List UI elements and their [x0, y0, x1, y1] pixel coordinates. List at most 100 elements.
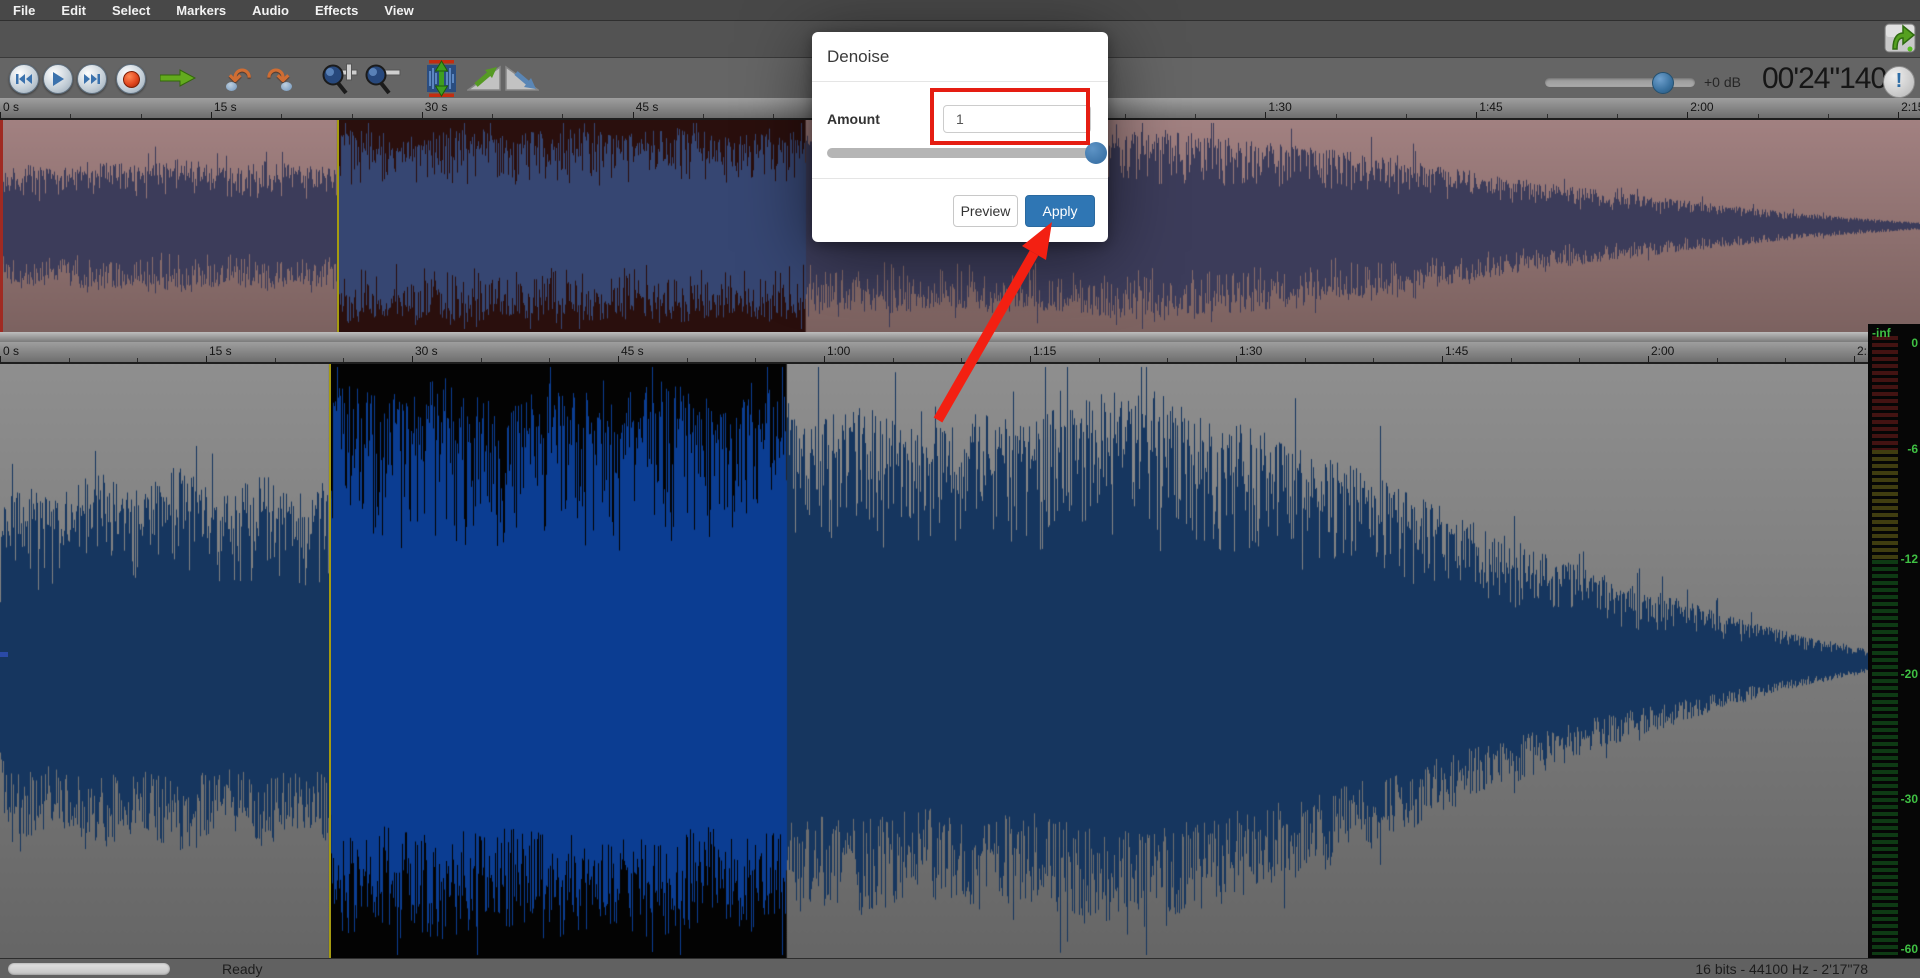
ruler-tick-major: [633, 112, 634, 118]
ruler-tick-minor: [275, 358, 276, 362]
record-button[interactable]: [116, 64, 146, 94]
rewind-button[interactable]: [9, 64, 39, 94]
volume-slider-thumb[interactable]: [1652, 72, 1674, 94]
alert-button[interactable]: !: [1883, 66, 1915, 98]
ruler-tick-minor: [755, 358, 756, 362]
zoom-in-button[interactable]: [320, 63, 360, 95]
ruler-label: 1:45: [1479, 100, 1502, 114]
menu-item-view[interactable]: View: [371, 3, 426, 18]
meter-label: -inf: [1872, 326, 1891, 340]
zoom-out-icon: [363, 63, 403, 95]
zoom-out-button[interactable]: [363, 63, 403, 95]
menu-item-select[interactable]: Select: [99, 3, 163, 18]
fade-out-button[interactable]: [505, 64, 539, 92]
ruler-tick-major: [1687, 112, 1688, 118]
ruler-tick-minor: [1125, 114, 1126, 118]
time-display: 00'24"140: [1762, 62, 1874, 96]
ruler-tick-major: [211, 112, 212, 118]
ruler-label: 2:00: [1690, 100, 1713, 114]
menu-item-audio[interactable]: Audio: [239, 3, 302, 18]
fade-in-icon: [467, 64, 501, 92]
seek-arrow-button[interactable]: [160, 69, 196, 87]
horizontal-scrollbar[interactable]: [8, 963, 170, 975]
ruler-tick-major: [1854, 356, 1855, 362]
meter-label: 0: [1911, 336, 1918, 350]
ruler-tick-major: [1030, 356, 1031, 362]
ruler-label: 1:30: [1239, 344, 1262, 358]
amount-slider-thumb[interactable]: [1085, 142, 1107, 164]
meter-label: -30: [1901, 792, 1918, 806]
ruler-tick-minor: [343, 358, 344, 362]
volume-slider[interactable]: [1545, 78, 1695, 87]
fast-forward-button[interactable]: [77, 64, 107, 94]
ruler-label: 1:45: [1445, 344, 1468, 358]
ruler-tick-minor: [481, 358, 482, 362]
ruler-tick-minor: [893, 358, 894, 362]
play-button[interactable]: [43, 64, 73, 94]
menu-bar: FileEditSelectMarkersAudioEffectsView: [0, 0, 1920, 21]
ruler-tick-major: [422, 112, 423, 118]
ruler-label: 2:00: [1651, 344, 1674, 358]
amount-slider[interactable]: [827, 148, 1105, 158]
ruler-tick-minor: [1305, 358, 1306, 362]
menu-item-file[interactable]: File: [0, 3, 48, 18]
ruler-tick-major: [1236, 356, 1237, 362]
ruler-tick-minor: [352, 114, 353, 118]
redo-button[interactable]: ↷: [261, 64, 295, 92]
ruler-label: 0 s: [3, 100, 19, 114]
record-icon: [123, 71, 140, 88]
play-icon: [52, 72, 64, 86]
main-timeline-ruler[interactable]: 0 s15 s30 s45 s1:001:151:301:452:002:15: [0, 342, 1868, 364]
ruler-label: 45 s: [636, 100, 659, 114]
main-waveform[interactable]: [0, 364, 1868, 958]
ruler-tick-major: [1648, 356, 1649, 362]
meter-label: -12: [1901, 552, 1918, 566]
overview-start-marker: [0, 120, 3, 332]
apply-button[interactable]: Apply: [1025, 195, 1095, 227]
ruler-tick-major: [1898, 112, 1899, 118]
menu-item-edit[interactable]: Edit: [48, 3, 99, 18]
preview-button[interactable]: Preview: [953, 195, 1018, 227]
status-format-text: 16 bits - 44100 Hz - 2'17"78: [1695, 961, 1868, 977]
ruler-tick-minor: [1373, 358, 1374, 362]
fade-out-icon: [505, 64, 539, 92]
cursor-anchor-marker: [0, 652, 8, 657]
ruler-tick-major: [618, 356, 619, 362]
ruler-label: 1:00: [827, 344, 850, 358]
ruler-tick-minor: [1195, 114, 1196, 118]
annotation-highlight-box: [930, 88, 1090, 145]
ruler-tick-minor: [1547, 114, 1548, 118]
zoom-in-icon: [320, 63, 360, 95]
ruler-tick-minor: [1617, 114, 1618, 118]
fit-vertical-icon: [425, 60, 458, 97]
rewind-icon: [16, 73, 32, 85]
ruler-label: 1:30: [1268, 100, 1291, 114]
arrow-right-icon: [160, 69, 196, 87]
ruler-tick-minor: [1167, 358, 1168, 362]
ruler-tick-minor: [492, 114, 493, 118]
ruler-tick-minor: [1579, 358, 1580, 362]
audio-editor-window: FileEditSelectMarkersAudioEffectsView: [0, 0, 1920, 978]
ruler-tick-major: [1265, 112, 1266, 118]
ruler-tick-major: [824, 356, 825, 362]
menu-item-markers[interactable]: Markers: [163, 3, 239, 18]
fit-vertical-zoom-button[interactable]: [425, 60, 458, 97]
main-playhead[interactable]: [329, 364, 331, 958]
ruler-label: 2:15: [1857, 344, 1868, 358]
ruler-tick-minor: [1758, 114, 1759, 118]
ruler-tick-minor: [70, 114, 71, 118]
export-button[interactable]: [1884, 20, 1916, 61]
menu-item-effects[interactable]: Effects: [302, 3, 371, 18]
ruler-label: 45 s: [621, 344, 644, 358]
ruler-tick-minor: [141, 114, 142, 118]
ruler-tick-major: [1476, 112, 1477, 118]
ruler-label: 30 s: [415, 344, 438, 358]
overview-playhead[interactable]: [337, 120, 339, 332]
status-ready-text: Ready: [222, 961, 262, 977]
ruler-tick-minor: [69, 358, 70, 362]
ruler-label: 15 s: [214, 100, 237, 114]
meter-segments: [1872, 450, 1898, 560]
fast-forward-icon: [84, 73, 100, 85]
fade-in-button[interactable]: [467, 64, 501, 92]
undo-button[interactable]: ↶: [223, 64, 257, 92]
